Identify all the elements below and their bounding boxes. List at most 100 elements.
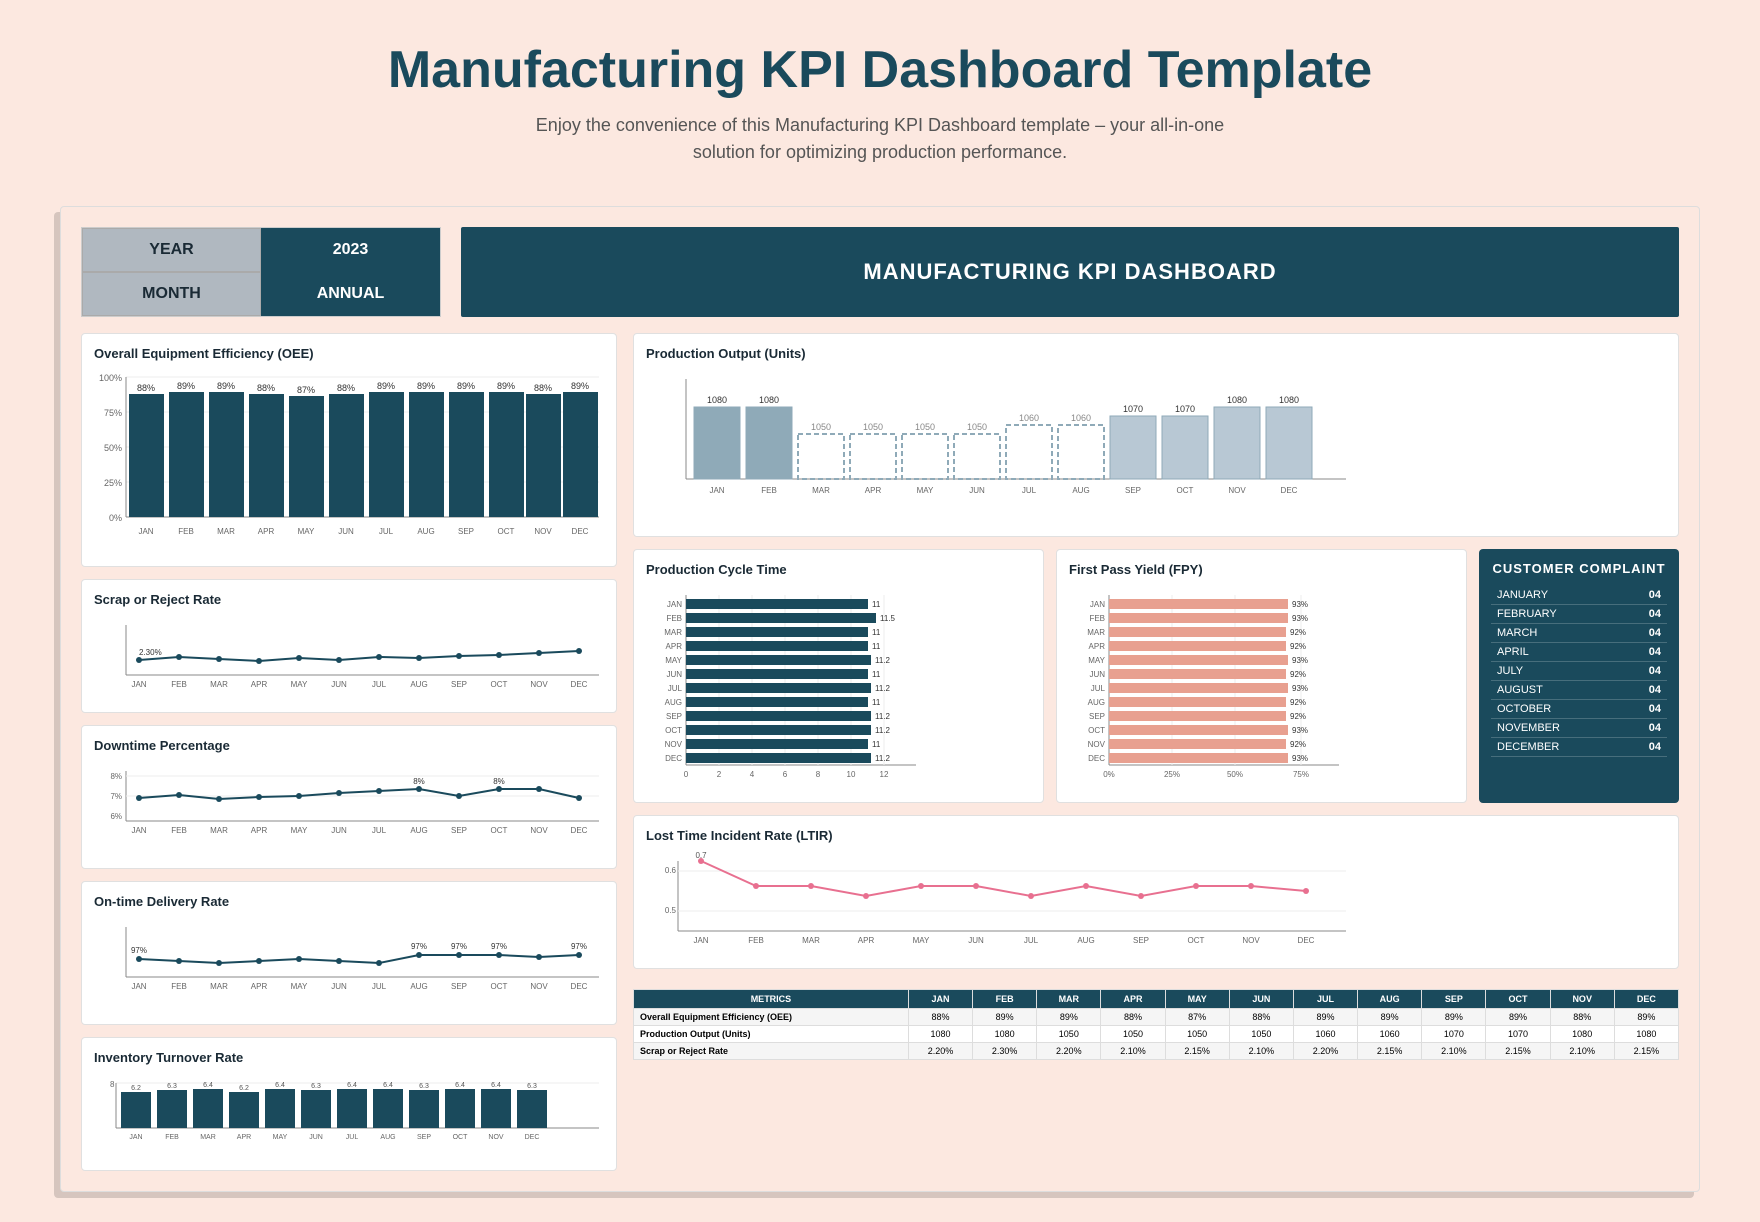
svg-text:6.2: 6.2 <box>131 1085 141 1092</box>
svg-text:MAY: MAY <box>291 680 308 689</box>
svg-text:JUL: JUL <box>668 684 683 693</box>
page-title: Manufacturing KPI Dashboard Template <box>20 40 1740 100</box>
ltir-title: Lost Time Incident Rate (LTIR) <box>646 828 1666 843</box>
svg-text:NOV: NOV <box>1088 740 1106 749</box>
svg-text:1080: 1080 <box>707 395 727 405</box>
production-output-box: Production Output (Units) 1080 JAN <box>633 333 1679 537</box>
svg-text:89%: 89% <box>497 381 515 391</box>
svg-text:APR: APR <box>258 527 275 536</box>
svg-text:NOV: NOV <box>665 740 683 749</box>
svg-text:92%: 92% <box>1290 670 1306 679</box>
cycle-time-title: Production Cycle Time <box>646 562 1031 577</box>
svg-text:75%: 75% <box>1293 770 1309 779</box>
svg-text:10: 10 <box>847 770 856 779</box>
svg-text:FEB: FEB <box>171 982 187 991</box>
svg-text:SEP: SEP <box>666 712 682 721</box>
svg-text:OCT: OCT <box>665 726 682 735</box>
svg-text:1080: 1080 <box>1227 395 1247 405</box>
svg-text:93%: 93% <box>1292 656 1308 665</box>
svg-text:NOV: NOV <box>534 527 552 536</box>
kpi-dashboard-title: MANUFACTURING KPI DASHBOARD <box>461 227 1679 317</box>
complaint-table: JANUARY04FEBRUARY04MARCH04APRIL04JULY04A… <box>1491 586 1667 757</box>
summary-metric-value: 2.15% <box>1358 1043 1422 1060</box>
summary-metric-value: 2.15% <box>1486 1043 1550 1060</box>
svg-text:7%: 7% <box>110 792 122 801</box>
svg-text:MAY: MAY <box>917 486 934 495</box>
svg-text:0%: 0% <box>109 513 122 523</box>
summary-metric-value: 2.20% <box>908 1043 972 1060</box>
svg-text:JUN: JUN <box>331 826 347 835</box>
svg-text:88%: 88% <box>257 383 275 393</box>
complaint-value: 04 <box>1624 586 1667 605</box>
svg-text:AUG: AUG <box>417 527 434 536</box>
summary-header-cell: SEP <box>1422 990 1486 1009</box>
svg-text:6%: 6% <box>110 812 122 821</box>
svg-text:DEC: DEC <box>1298 936 1315 945</box>
svg-text:NOV: NOV <box>530 826 548 835</box>
complaint-row: OCTOBER04 <box>1491 700 1667 719</box>
month-label: MONTH <box>82 272 261 316</box>
svg-text:FEB: FEB <box>761 486 777 495</box>
svg-text:2: 2 <box>717 770 722 779</box>
svg-text:MAY: MAY <box>913 936 930 945</box>
svg-text:JAN: JAN <box>131 982 146 991</box>
svg-text:APR: APR <box>865 486 882 495</box>
svg-text:JUN: JUN <box>1089 670 1105 679</box>
svg-text:SEP: SEP <box>458 527 474 536</box>
svg-text:SEP: SEP <box>451 982 467 991</box>
complaint-title: CUSTOMER COMPLAINT <box>1491 561 1667 576</box>
svg-text:JUN: JUN <box>331 680 347 689</box>
svg-text:8%: 8% <box>413 777 425 786</box>
summary-metric-value: 88% <box>1101 1009 1165 1026</box>
svg-text:92%: 92% <box>1290 698 1306 707</box>
svg-text:JAN: JAN <box>131 680 146 689</box>
svg-text:89%: 89% <box>417 381 435 391</box>
summary-header-cell: METRICS <box>634 990 909 1009</box>
complaint-row: FEBRUARY04 <box>1491 605 1667 624</box>
svg-text:DEC: DEC <box>665 754 682 763</box>
summary-table: METRICSJANFEBMARAPRMAYJUNJULAUGSEPOCTNOV… <box>633 989 1679 1060</box>
svg-text:JAN: JAN <box>1090 600 1105 609</box>
svg-text:11.2: 11.2 <box>875 712 891 721</box>
svg-text:JUL: JUL <box>372 680 387 689</box>
summary-metric-value: 88% <box>1229 1009 1293 1026</box>
svg-text:AUG: AUG <box>1088 698 1105 707</box>
left-column: Overall Equipment Efficiency (OEE) 100% … <box>81 333 617 1171</box>
complaint-row: NOVEMBER04 <box>1491 719 1667 738</box>
svg-text:JUL: JUL <box>372 982 387 991</box>
svg-text:8: 8 <box>816 770 821 779</box>
svg-text:AUG: AUG <box>1072 486 1089 495</box>
svg-text:DEC: DEC <box>571 826 588 835</box>
svg-text:12: 12 <box>880 770 889 779</box>
summary-header-cell: DEC <box>1614 990 1678 1009</box>
svg-text:11: 11 <box>872 740 881 749</box>
svg-text:MAR: MAR <box>664 628 682 637</box>
svg-text:APR: APR <box>251 680 268 689</box>
summary-metric-value: 1080 <box>1550 1026 1614 1043</box>
svg-text:50%: 50% <box>1227 770 1243 779</box>
delivery-svg: 97% 97% 97% 97% 97% JAN FEB MAR APR MAY … <box>94 917 604 1007</box>
svg-text:OCT: OCT <box>1188 936 1205 945</box>
svg-text:2.30%: 2.30% <box>139 648 162 657</box>
oee-chart: 100% 75% 50% 25% 0% <box>94 369 604 554</box>
summary-metric-value: 88% <box>908 1009 972 1026</box>
svg-text:93%: 93% <box>1292 754 1308 763</box>
svg-text:6.3: 6.3 <box>527 1083 537 1090</box>
downtime-chart-box: Downtime Percentage 8% 7% 6% <box>81 725 617 869</box>
svg-text:11.2: 11.2 <box>875 726 891 735</box>
svg-text:SEP: SEP <box>1125 486 1141 495</box>
summary-metric-value: 1050 <box>1165 1026 1229 1043</box>
complaint-value: 04 <box>1624 643 1667 662</box>
svg-text:SEP: SEP <box>451 826 467 835</box>
summary-table-row: Scrap or Reject Rate2.20%2.30%2.20%2.10%… <box>634 1043 1679 1060</box>
svg-text:6.4: 6.4 <box>203 1082 213 1089</box>
svg-text:JUL: JUL <box>1024 936 1039 945</box>
inventory-title: Inventory Turnover Rate <box>94 1050 604 1065</box>
summary-metric-value: 1060 <box>1358 1026 1422 1043</box>
svg-text:JAN: JAN <box>693 936 708 945</box>
fpy-box: First Pass Yield (FPY) 0% 25% 50% 75% <box>1056 549 1467 803</box>
inventory-svg: 8 6.2 JAN 6.3 FEB 6.4 MAR <box>94 1073 604 1153</box>
svg-text:DEC: DEC <box>1281 486 1298 495</box>
summary-metric-value: 1070 <box>1422 1026 1486 1043</box>
summary-metric-value: 2.20% <box>1037 1043 1101 1060</box>
